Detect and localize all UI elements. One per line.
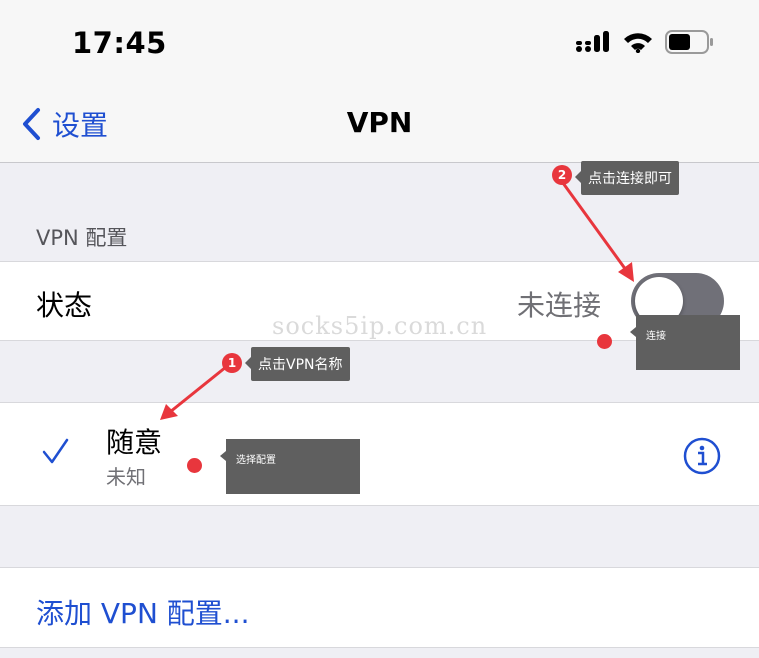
status-value: 未连接 (516, 289, 601, 322)
step-1-tooltip: 点击VPN名称 (245, 347, 350, 381)
battery-icon (665, 30, 713, 54)
section-header: VPN 配置 (36, 226, 128, 250)
wifi-icon (624, 33, 652, 53)
add-vpn-row[interactable]: 添加 VPN 配置... (0, 567, 759, 648)
page-title: VPN (346, 106, 413, 139)
add-vpn-link[interactable]: 添加 VPN 配置... (36, 592, 250, 632)
checkmark-icon (42, 438, 69, 464)
step-2-tooltip: 点击连接即可 (575, 161, 679, 195)
vpn-name: 随意 (106, 426, 163, 459)
status-icons (575, 30, 713, 54)
note-connect: 连接 (630, 315, 740, 370)
status-time: 17:45 (72, 26, 167, 60)
vpn-subtitle: 未知 (106, 465, 146, 489)
navigation-bar: 设置 VPN (0, 88, 759, 163)
step-1-badge: 1 (222, 353, 242, 373)
note-select-marker (187, 458, 202, 473)
signal-icon (576, 31, 609, 52)
info-icon[interactable] (683, 437, 721, 475)
step-2-badge: 2 (552, 165, 572, 185)
note-connect-marker (597, 334, 612, 349)
vpn-config-row[interactable]: 随意 未知 (0, 402, 759, 506)
status-label: 状态 (36, 289, 93, 322)
status-bar: 17:45 (0, 0, 759, 88)
watermark: socks5ip.com.cn (272, 312, 488, 340)
note-select: 选择配置 (220, 439, 360, 494)
arrow-2-line (561, 182, 628, 271)
